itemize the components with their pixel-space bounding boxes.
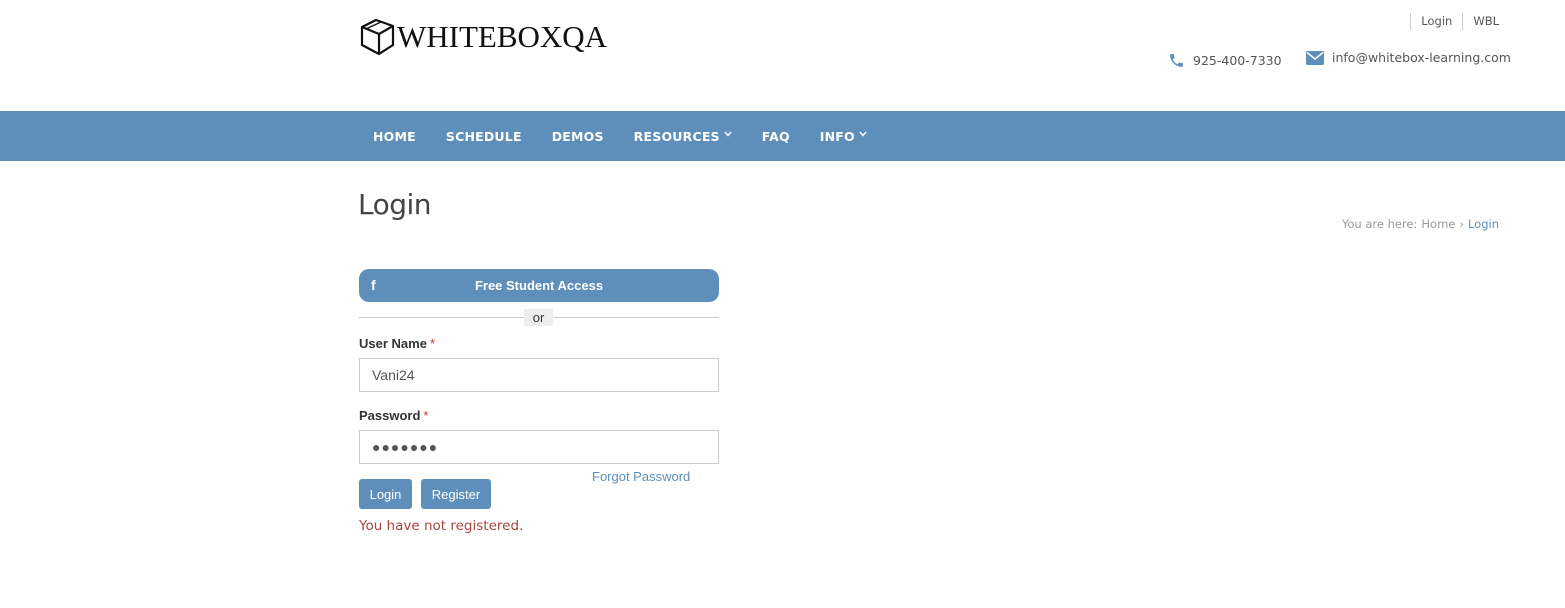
phone-icon — [1170, 54, 1183, 67]
forgot-password-link[interactable]: Forgot Password — [592, 469, 690, 484]
chevron-down-icon — [859, 130, 867, 140]
nav-demos-label: DEMOS — [551, 128, 604, 144]
site-logo[interactable]: WHITEBOXQA — [359, 17, 607, 57]
username-input[interactable] — [359, 358, 719, 392]
chevron-down-icon — [724, 130, 732, 140]
page-title: Login — [358, 188, 432, 221]
password-label-text: Password — [359, 408, 421, 423]
top-link-wbl[interactable]: WBL — [1462, 13, 1499, 30]
register-button[interactable]: Register — [421, 479, 491, 509]
breadcrumb-current[interactable]: Login — [1468, 217, 1499, 231]
nav-resources[interactable]: RESOURCES — [619, 129, 747, 144]
nav-schedule-label: SCHEDULE — [445, 128, 522, 144]
nav-info-label: INFO — [819, 128, 855, 144]
password-label: Password * — [359, 408, 428, 423]
facebook-icon: f — [371, 277, 376, 293]
username-label-text: User Name — [359, 336, 427, 351]
top-link-login[interactable]: Login — [1410, 13, 1462, 30]
cube-icon — [360, 18, 395, 56]
email-address[interactable]: info@whitebox-learning.com — [1332, 50, 1511, 65]
nav-demos[interactable]: DEMOS — [537, 129, 619, 144]
top-links: Login WBL — [1410, 13, 1499, 30]
free-student-access-button[interactable]: f Free Student Access — [359, 269, 719, 302]
password-input[interactable] — [359, 430, 719, 464]
nav-resources-label: RESOURCES — [633, 128, 720, 144]
main-navbar: HOME SCHEDULE DEMOS RESOURCES FAQ INFO — [0, 111, 1565, 161]
logo-text: WHITEBOXQA — [397, 19, 608, 54]
nav-info[interactable]: INFO — [805, 129, 882, 144]
contact-email: info@whitebox-learning.com — [1306, 50, 1511, 65]
breadcrumb-home[interactable]: Home — [1421, 217, 1455, 231]
nav-faq[interactable]: FAQ — [747, 129, 805, 144]
breadcrumb: You are here: Home › Login — [1338, 217, 1499, 231]
contact-phone: 925-400-7330 — [1168, 52, 1282, 69]
nav-home-label: HOME — [373, 128, 416, 144]
phone-number[interactable]: 925-400-7330 — [1193, 53, 1282, 68]
required-marker: * — [429, 336, 435, 351]
required-marker: * — [423, 408, 429, 423]
nav-faq-label: FAQ — [761, 128, 790, 144]
breadcrumb-prefix: You are here: — [1341, 217, 1418, 231]
or-label: or — [524, 309, 553, 326]
login-button[interactable]: Login — [359, 479, 412, 509]
username-label: User Name * — [359, 336, 435, 351]
error-message: You have not registered. — [359, 518, 524, 534]
nav-schedule[interactable]: SCHEDULE — [431, 129, 537, 144]
free-student-access-label: Free Student Access — [474, 278, 604, 293]
envelope-icon — [1306, 50, 1324, 65]
breadcrumb-separator: › — [1459, 217, 1464, 231]
nav-home[interactable]: HOME — [359, 129, 431, 144]
